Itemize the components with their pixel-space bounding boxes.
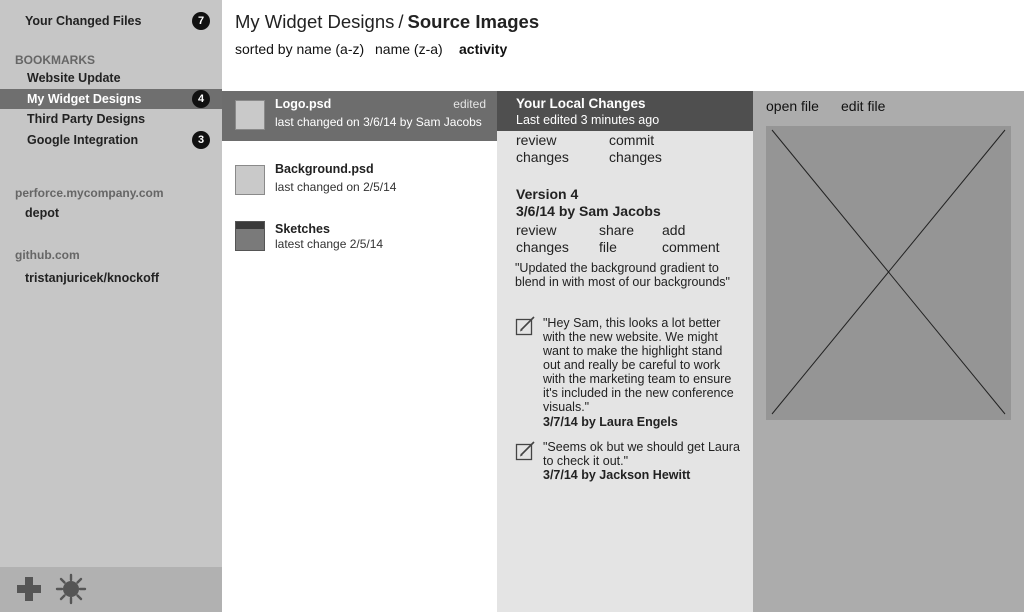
- sidebar-item-label: tristanjuricek/knockoff: [25, 271, 160, 285]
- comment-author: 3/7/14 by Laura Engels: [543, 415, 678, 429]
- sort-activity[interactable]: activity: [459, 41, 507, 57]
- details-panel: Your Local Changes Last edited 3 minutes…: [497, 91, 753, 612]
- sidebar-item-website-update[interactable]: Website Update: [0, 68, 222, 88]
- sidebar-item-google-integration[interactable]: Google Integration 3: [0, 130, 222, 150]
- file-list: Logo.psd last changed on 3/6/14 by Sam J…: [222, 91, 497, 612]
- sidebar-item-changed-files[interactable]: Your Changed Files 7: [0, 11, 222, 31]
- local-changes-subtitle: Last edited 3 minutes ago: [516, 113, 660, 127]
- edit-file-link[interactable]: edit file: [841, 98, 885, 114]
- breadcrumb-current: Source Images: [407, 11, 540, 32]
- local-changes-header: Your Local Changes Last edited 3 minutes…: [497, 91, 753, 131]
- open-file-link[interactable]: open file: [766, 98, 819, 114]
- folder-icon: [235, 221, 265, 251]
- link-line: file: [599, 239, 617, 255]
- count-badge: 7: [192, 12, 210, 30]
- count-badge: 3: [192, 131, 210, 149]
- server-heading-perforce: perforce.mycompany.com: [15, 186, 164, 200]
- sidebar: Your Changed Files 7 BOOKMARKS Website U…: [0, 0, 222, 612]
- comment-text: "Seems ok but we should get Laura to che…: [543, 440, 740, 468]
- sidebar-item-knockoff[interactable]: tristanjuricek/knockoff: [0, 268, 222, 288]
- settings-gear-icon[interactable]: [55, 573, 87, 605]
- sidebar-item-label: Your Changed Files: [25, 14, 142, 28]
- file-thumbnail: [235, 165, 265, 195]
- sidebar-item-my-widget-designs[interactable]: My Widget Designs 4: [0, 89, 222, 109]
- comment-edit-icon: [515, 441, 535, 461]
- bookmarks-heading: BOOKMARKS: [15, 53, 95, 67]
- image-preview-placeholder: [766, 126, 1011, 420]
- file-row-sketches[interactable]: Sketches latest change 2/5/14: [222, 217, 497, 267]
- commit-changes-link[interactable]: commit changes: [609, 132, 662, 166]
- link-line: changes: [516, 239, 569, 255]
- file-name: Sketches: [275, 222, 330, 236]
- link-line: comment: [662, 239, 720, 255]
- sidebar-item-label: Google Integration: [27, 133, 139, 147]
- file-name: Logo.psd: [275, 97, 332, 111]
- breadcrumb: My Widget Designs / Source Images: [235, 11, 539, 33]
- link-line: changes: [516, 149, 569, 165]
- review-changes-link[interactable]: review changes: [516, 132, 569, 166]
- comment-text: "Hey Sam, this looks a lot better with t…: [543, 316, 734, 414]
- breadcrumb-separator: /: [398, 11, 404, 32]
- server-heading-github: github.com: [15, 248, 80, 262]
- commit-message: "Updated the background gradient to blen…: [515, 261, 730, 289]
- version-byline: 3/6/14 by Sam Jacobs: [516, 203, 661, 219]
- comment-author: 3/7/14 by Jackson Hewitt: [543, 468, 691, 482]
- file-thumbnail: [235, 100, 265, 130]
- file-status: edited: [453, 97, 486, 111]
- link-line: changes: [609, 149, 662, 165]
- add-icon[interactable]: [13, 573, 45, 605]
- link-line: review: [516, 222, 557, 238]
- sidebar-footer: [0, 567, 222, 612]
- sidebar-item-label: Website Update: [27, 71, 121, 85]
- add-comment-link[interactable]: add comment: [662, 222, 720, 256]
- sort-name-asc[interactable]: sorted by name (a-z): [235, 41, 364, 57]
- comment-edit-icon: [515, 316, 535, 336]
- count-badge: 4: [192, 90, 210, 108]
- sidebar-item-label: Third Party Designs: [27, 112, 146, 126]
- file-name: Background.psd: [275, 162, 374, 176]
- file-meta: latest change 2/5/14: [275, 237, 384, 251]
- file-meta: last changed on 2/5/14: [275, 180, 397, 194]
- breadcrumb-parent[interactable]: My Widget Designs: [235, 11, 394, 32]
- link-line: add: [662, 222, 686, 238]
- file-row-background[interactable]: Background.psd last changed on 2/5/14: [222, 157, 497, 207]
- link-line: commit: [609, 132, 655, 148]
- version-title: Version 4: [516, 186, 579, 202]
- file-row-logo[interactable]: Logo.psd last changed on 3/6/14 by Sam J…: [222, 91, 497, 141]
- sidebar-item-label: My Widget Designs: [27, 92, 142, 106]
- sidebar-item-label: depot: [25, 206, 60, 220]
- share-file-link[interactable]: share file: [599, 222, 634, 256]
- version-review-changes-link[interactable]: review changes: [516, 222, 569, 256]
- local-changes-title: Your Local Changes: [516, 96, 646, 111]
- sidebar-item-third-party-designs[interactable]: Third Party Designs: [0, 109, 222, 129]
- link-line: share: [599, 222, 635, 238]
- preview-panel: open file edit file: [753, 91, 1024, 612]
- link-line: review: [516, 132, 557, 148]
- sidebar-item-depot[interactable]: depot: [0, 203, 222, 223]
- file-meta: last changed on 3/6/14 by Sam Jacobs: [275, 115, 482, 129]
- header: My Widget Designs / Source Images sorted b…: [222, 0, 1024, 91]
- sort-name-desc[interactable]: name (z-a): [375, 41, 443, 57]
